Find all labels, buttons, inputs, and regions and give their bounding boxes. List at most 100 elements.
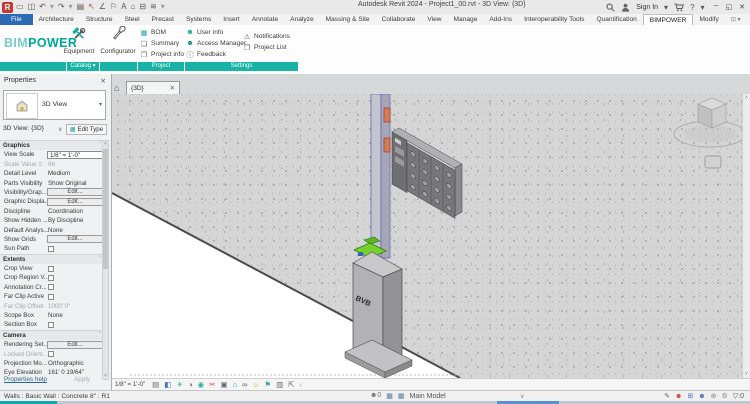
worksets-icon[interactable]: ▦ (386, 392, 393, 400)
edit-button[interactable]: Edit... (47, 340, 103, 349)
close-button[interactable]: ✕ (739, 3, 745, 11)
type-selector[interactable]: 3D View ▾ (3, 90, 106, 120)
property-checkbox[interactable] (48, 284, 54, 291)
busbar-riser[interactable] (370, 94, 391, 259)
default-3d-view-icon[interactable]: ⌂ (131, 2, 136, 12)
view-scale-button[interactable]: 1/8" = 1'-0" (115, 381, 145, 388)
tab-analyze[interactable]: Analyze (284, 14, 319, 25)
tag-icon[interactable]: ⚐ (110, 2, 117, 12)
section-collapse-icon[interactable]: ˆ (99, 255, 101, 264)
select-pinned-icon[interactable]: ⊕ (711, 392, 717, 400)
help-button[interactable]: ? (690, 3, 694, 12)
tab-[interactable]: ⊡ ▾ (725, 14, 747, 25)
sun-path-icon[interactable]: ☀ (176, 380, 183, 390)
section-collapse-icon[interactable]: ˆ (99, 141, 101, 150)
analytical-model-icon[interactable]: ▥ (276, 380, 283, 390)
user-icon[interactable] (621, 3, 630, 12)
open-icon[interactable]: ▭ (16, 2, 24, 12)
property-checkbox[interactable] (48, 245, 54, 252)
tab-interoperability-tools[interactable]: Interoperability Tools (518, 14, 590, 25)
project-list-button[interactable]: ❒ Project List (243, 42, 290, 53)
edit-type-button[interactable]: ▦ Edit Type (66, 124, 107, 135)
detail-level-icon[interactable]: ▤ (152, 380, 159, 390)
tab-steel[interactable]: Steel (119, 14, 146, 25)
temp-view-properties-icon[interactable]: ⚑ (264, 380, 271, 390)
press-drag-icon[interactable]: ⊞ (687, 392, 693, 400)
equipment-button[interactable]: Equipment (61, 26, 97, 55)
edit-button[interactable]: Edit... (47, 188, 103, 197)
tab-add-ins[interactable]: Add-Ins (483, 14, 518, 25)
search-icon[interactable] (606, 3, 615, 12)
exclude-options-icon[interactable]: ☻ (675, 393, 682, 400)
property-checkbox[interactable] (48, 293, 54, 300)
view-tab-3d[interactable]: {3D} ✕ (126, 81, 180, 94)
design-options-icon[interactable]: ▦ (398, 392, 405, 400)
navigation-wheel-button[interactable] (704, 155, 722, 169)
tab-systems[interactable]: Systems (180, 14, 217, 25)
rendering-dialog-icon[interactable]: ◉ (198, 380, 205, 390)
properties-section-camera[interactable]: Camera ˆ (0, 329, 105, 341)
tab-modify[interactable]: Modify (693, 14, 724, 25)
switchboard-panels[interactable] (391, 127, 463, 220)
edit-button[interactable]: Edit... (47, 235, 103, 244)
user-info-button[interactable]: ☻ User info (186, 27, 246, 38)
tab-quantification[interactable]: Quantification (590, 14, 642, 25)
visual-style-icon[interactable]: ◧ (164, 380, 171, 390)
filter-icon[interactable]: ▽:0 (733, 392, 744, 400)
reveal-constraints-icon[interactable]: ⇱ (288, 380, 294, 390)
revit-app-menu-icon[interactable]: R (2, 1, 13, 13)
thin-lines-icon[interactable]: ≋ (150, 2, 157, 12)
undo-icon[interactable]: ↶ (39, 2, 46, 12)
properties-section-graphics[interactable]: Graphics ˆ (0, 140, 105, 151)
summary-button[interactable]: ❑ Summary (140, 38, 184, 49)
tab-bimpower[interactable]: BIMPOWER (642, 14, 694, 25)
tab-annotate[interactable]: Annotate (246, 14, 284, 25)
tab-file[interactable]: File (0, 14, 33, 25)
panel-label-project[interactable]: Project (138, 62, 184, 71)
editable-toggle-icon[interactable]: ✎ (664, 392, 670, 400)
home-view-icon[interactable]: ⌂ (114, 82, 119, 94)
tap-off-unit[interactable] (383, 107, 391, 123)
select-by-face-icon[interactable]: ⚙ (721, 392, 727, 400)
sign-in-button[interactable]: Sign In (636, 4, 658, 11)
access-manager-button[interactable]: ☻ Access Manager (186, 38, 246, 49)
text-icon[interactable]: A (121, 2, 126, 12)
view-selector-dropdown-icon[interactable]: ∨ (58, 126, 62, 133)
tab-massing-site[interactable]: Massing & Site (320, 14, 376, 25)
undo-dropdown-icon[interactable]: ▾ (50, 2, 54, 12)
section-icon[interactable]: ⊟ (139, 2, 146, 12)
restore-button[interactable]: ◱ (726, 3, 733, 11)
tab-architecture[interactable]: Architecture (33, 14, 80, 25)
panel-label-settings[interactable]: Settings (185, 62, 298, 71)
notifications-button[interactable]: ⚠ Notifications (243, 31, 290, 42)
feedback-button[interactable]: ⓘ Feedback (186, 49, 246, 60)
tab-manage[interactable]: Manage (448, 14, 484, 25)
property-checkbox[interactable] (48, 274, 54, 281)
print-icon[interactable]: ▤ (77, 2, 85, 12)
shadows-icon[interactable]: ◑ (188, 380, 193, 390)
view-selector[interactable]: 3D View: {3D} (3, 125, 44, 132)
properties-scrollbar[interactable]: ˄ ˅ (102, 140, 109, 380)
properties-help-link[interactable]: Properties help (4, 376, 47, 383)
property-input[interactable]: 1/8" = 1'-0" (47, 150, 103, 159)
design-option-dropdown-icon[interactable]: ∨ (520, 393, 524, 400)
tab-collaborate[interactable]: Collaborate (376, 14, 422, 25)
tab-precast[interactable]: Precast (146, 14, 180, 25)
tab-structure[interactable]: Structure (80, 14, 119, 25)
select-underlay-icon[interactable]: ☻ (698, 393, 705, 400)
tab-insert[interactable]: Insert (217, 14, 246, 25)
store-cart-icon[interactable] (674, 3, 685, 12)
editable-only-icon[interactable]: ☻0 (370, 392, 381, 400)
qat-customize-icon[interactable]: ▾ (161, 2, 165, 12)
type-dropdown-icon[interactable]: ▾ (99, 101, 102, 108)
property-checkbox[interactable] (48, 265, 54, 272)
measure-icon[interactable]: ∠ (99, 2, 106, 12)
panel-label-catalog[interactable]: Catalog ▾ (67, 62, 99, 71)
design-option-select[interactable]: Main Model (410, 393, 446, 400)
viewport-scrollbar[interactable]: ˄ ˅ (742, 94, 750, 378)
tap-off-unit[interactable] (383, 137, 391, 153)
configurator-button[interactable]: Configurator (100, 25, 136, 55)
minimize-button[interactable]: ─ (714, 3, 719, 11)
drawing-area[interactable]: BVB (112, 94, 742, 378)
properties-section-extents[interactable]: Extents ˆ (0, 253, 105, 265)
